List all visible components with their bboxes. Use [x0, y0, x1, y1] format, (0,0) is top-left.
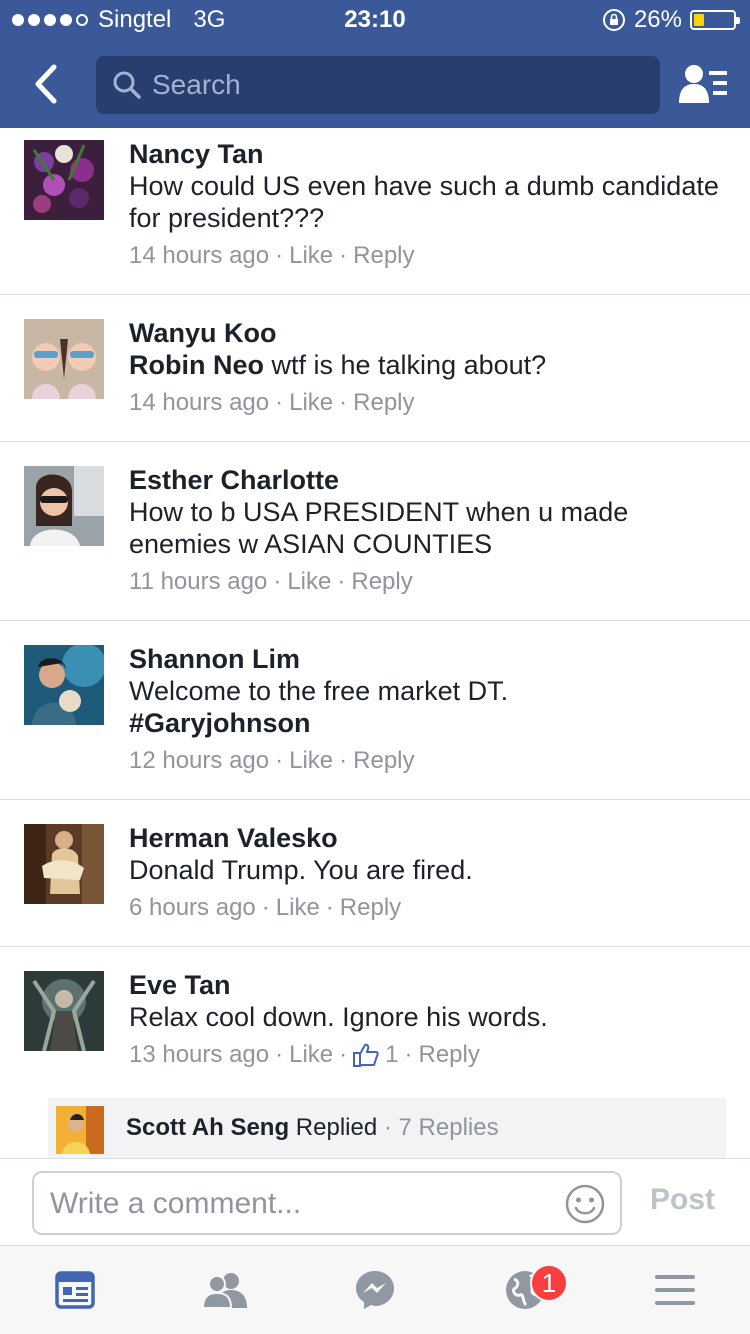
reply-link[interactable]: Reply — [353, 747, 414, 775]
commenter-name[interactable]: Shannon Lim — [129, 643, 730, 675]
replier-name[interactable]: Scott Ah Seng — [126, 1114, 289, 1141]
comment-text: wtf is he talking about? — [264, 350, 547, 380]
comment-item: Shannon Lim Welcome to the free market D… — [0, 621, 750, 800]
reply-action: Replied — [295, 1114, 378, 1141]
commenter-name[interactable]: Nancy Tan — [129, 138, 730, 170]
hashtag-link[interactable]: #Garyjohnson — [129, 708, 311, 738]
comment-time: 14 hours ago — [129, 242, 270, 269]
search-input[interactable] — [152, 69, 632, 101]
like-link[interactable]: Like — [289, 242, 333, 270]
comment-item: Wanyu Koo Robin Neo wtf is he talking ab… — [0, 295, 750, 442]
reply-preview[interactable]: Scott Ah Seng Replied · 7 Replies — [48, 1098, 726, 1158]
news-feed-icon — [55, 1271, 95, 1309]
back-button[interactable] — [26, 60, 66, 108]
tab-messenger[interactable] — [300, 1246, 450, 1334]
reply-link[interactable]: Reply — [353, 389, 414, 417]
comment-input[interactable] — [50, 1183, 560, 1225]
post-button[interactable]: Post — [650, 1183, 715, 1217]
thumbs-up-icon — [353, 1043, 379, 1067]
avatar[interactable] — [24, 140, 104, 220]
reply-link[interactable]: Reply — [351, 568, 412, 596]
comment-time: 11 hours ago — [129, 568, 268, 595]
emoji-icon[interactable] — [564, 1183, 606, 1225]
like-link[interactable]: Like — [276, 894, 320, 922]
reply-link[interactable]: Reply — [353, 242, 414, 270]
reply-count[interactable]: 7 Replies — [399, 1114, 499, 1141]
comment-list: Nancy Tan How could US even have such a … — [0, 128, 750, 1158]
search-icon — [113, 71, 141, 99]
commenter-name[interactable]: Herman Valesko — [129, 822, 730, 854]
battery-percent: 26% — [633, 6, 682, 33]
like-link[interactable]: Like — [287, 568, 331, 596]
friends-list-button[interactable] — [676, 60, 732, 108]
menu-icon — [655, 1275, 695, 1305]
avatar[interactable] — [24, 319, 104, 399]
avatar[interactable] — [24, 645, 104, 725]
notification-badge: 1 — [530, 1264, 568, 1302]
comment-item: Nancy Tan How could US even have such a … — [0, 128, 750, 295]
like-count[interactable]: 1 — [353, 1041, 399, 1069]
comment-time: 6 hours ago — [129, 894, 256, 921]
tab-bar: 1 — [0, 1246, 750, 1334]
reply-link[interactable]: Reply — [340, 894, 401, 922]
avatar — [56, 1106, 104, 1154]
tab-menu[interactable] — [600, 1246, 750, 1334]
avatar[interactable] — [24, 466, 104, 546]
tab-friend-requests[interactable] — [150, 1246, 300, 1334]
comment-time: 13 hours ago — [129, 1041, 270, 1068]
comment-text: Welcome to the free market DT. — [129, 676, 509, 706]
comment-time: 12 hours ago — [129, 747, 270, 774]
comment-text: How could US even have such a dumb candi… — [129, 171, 719, 233]
like-link[interactable]: Like — [289, 389, 333, 417]
friend-requests-icon — [201, 1273, 247, 1308]
messenger-icon — [356, 1271, 394, 1309]
tab-news-feed[interactable] — [0, 1246, 150, 1334]
avatar[interactable] — [24, 824, 104, 904]
search-bar[interactable] — [96, 56, 660, 114]
like-link[interactable]: Like — [289, 747, 333, 775]
tab-notifications[interactable]: 1 — [450, 1246, 600, 1334]
comment-text: How to b USA PRESIDENT when u made enemi… — [129, 497, 629, 559]
like-link[interactable]: Like — [289, 1041, 333, 1069]
comment-composer: Post — [0, 1158, 750, 1246]
comment-text: Donald Trump. You are fired. — [129, 855, 473, 885]
commenter-name[interactable]: Esther Charlotte — [129, 464, 730, 496]
avatar[interactable] — [24, 971, 104, 1051]
comment-time: 14 hours ago — [129, 389, 270, 416]
mention-link[interactable]: Robin Neo — [129, 350, 264, 380]
comment-item: Herman Valesko Donald Trump. You are fir… — [0, 800, 750, 947]
top-bar: Singtel 3G 23:10 26% — [0, 0, 750, 128]
commenter-name[interactable]: Eve Tan — [129, 969, 730, 1001]
reply-link[interactable]: Reply — [419, 1041, 480, 1069]
comment-text: Relax cool down. Ignore his words. — [129, 1002, 548, 1032]
rotation-lock-icon — [602, 9, 625, 31]
comment-item: Esther Charlotte How to b USA PRESIDENT … — [0, 442, 750, 621]
battery-icon — [690, 10, 740, 30]
friends-list-icon — [679, 65, 727, 103]
chevron-left-icon — [35, 64, 57, 104]
status-bar: Singtel 3G 23:10 26% — [0, 0, 750, 40]
commenter-name[interactable]: Wanyu Koo — [129, 317, 730, 349]
comment-box[interactable] — [32, 1171, 622, 1235]
like-count-value: 1 — [385, 1041, 399, 1068]
